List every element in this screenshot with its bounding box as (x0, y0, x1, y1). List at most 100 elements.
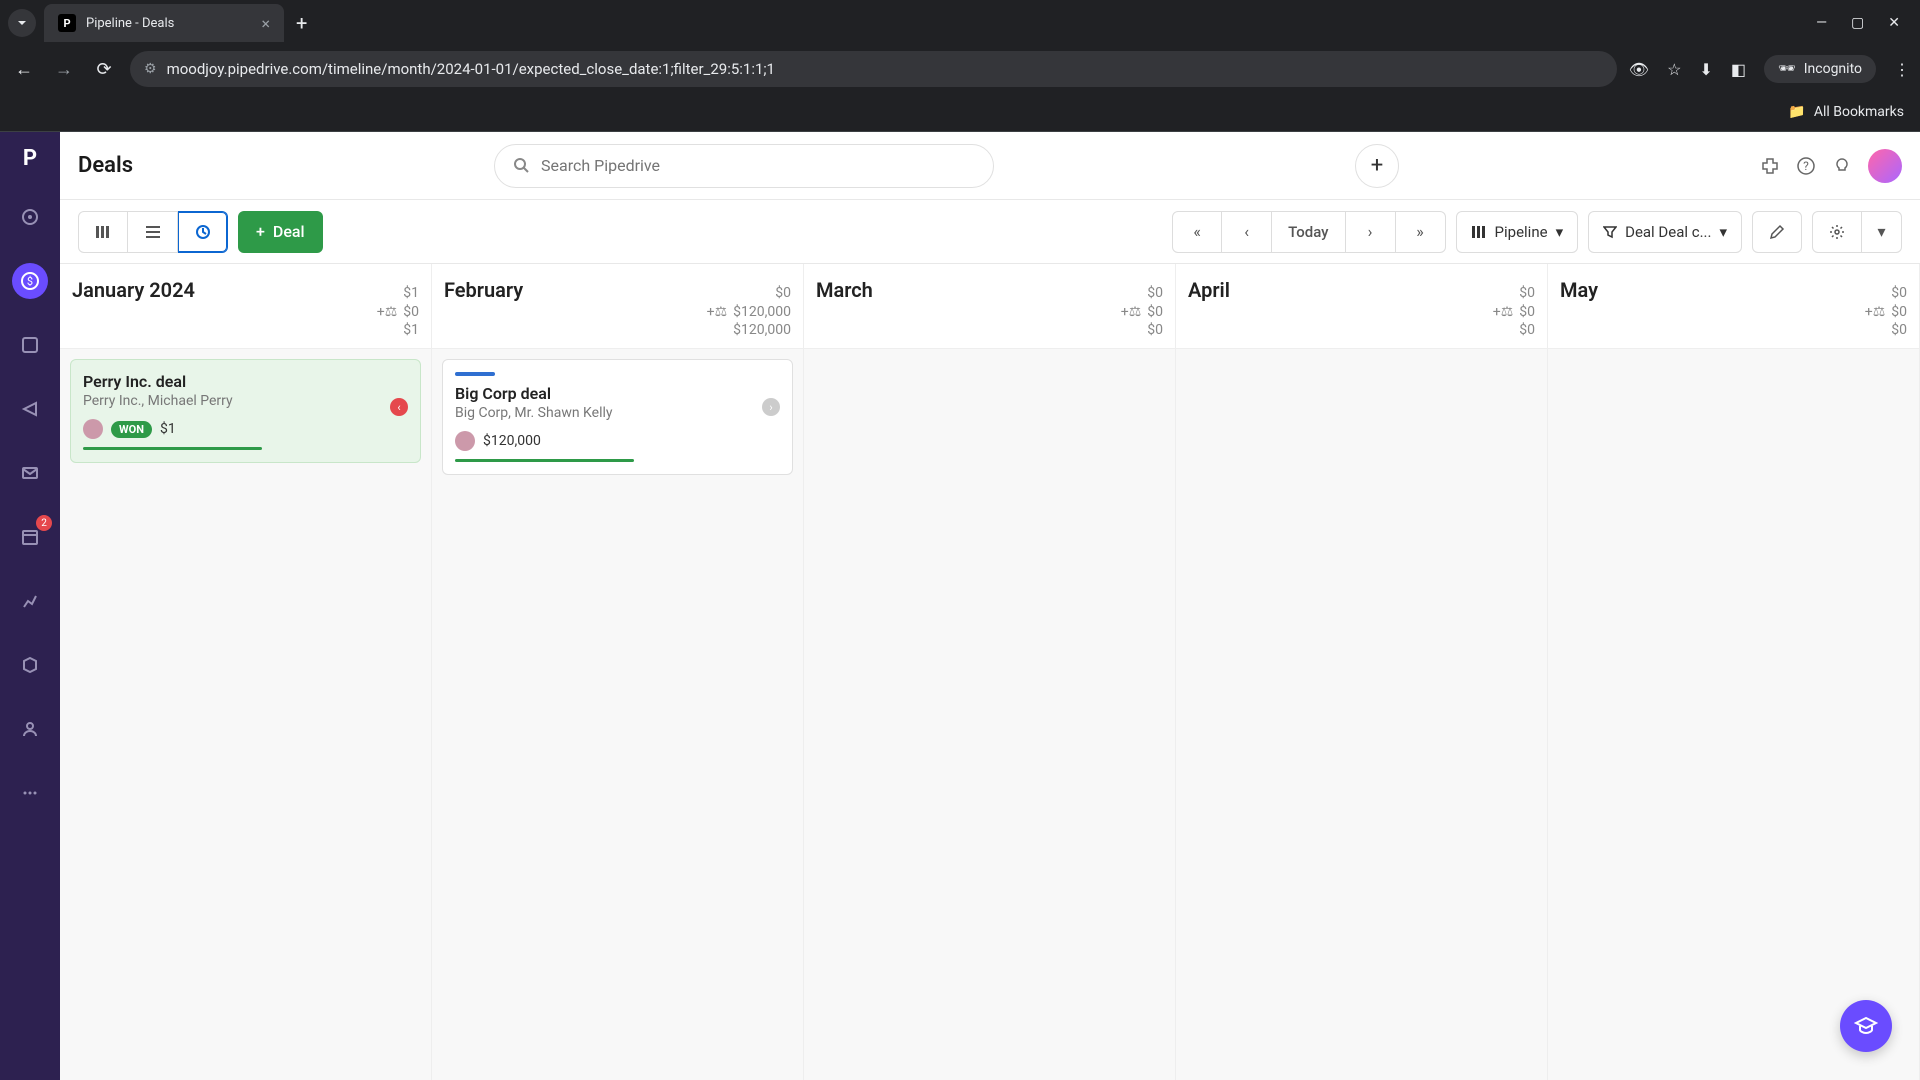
tab-search-button[interactable] (8, 9, 36, 37)
sidebar-item-mail[interactable] (12, 455, 48, 491)
month-top-amount: $1 (403, 285, 419, 301)
month-top-amount: $0 (1519, 285, 1535, 301)
deal-status-overdue-icon[interactable]: ‹ (390, 398, 408, 416)
help-fab-button[interactable] (1840, 1000, 1892, 1052)
month-name: January 2024 (72, 278, 195, 302)
pipeline-dropdown-label: Pipeline (1495, 223, 1548, 241)
filter-icon (1603, 225, 1617, 239)
deal-status-next-icon[interactable]: › (762, 398, 780, 416)
add-deal-button[interactable]: + Deal (238, 211, 323, 253)
quick-add-button[interactable]: + (1355, 144, 1399, 188)
view-switch-group (78, 211, 228, 253)
deal-subtitle: Perry Inc., Michael Perry (83, 393, 408, 409)
new-tab-button[interactable]: + (296, 11, 307, 35)
close-window-icon[interactable]: ✕ (1888, 15, 1900, 31)
sidebar-item-contacts[interactable] (12, 711, 48, 747)
deal-card-bigcorp[interactable]: Big Corp deal Big Corp, Mr. Shawn Kelly … (442, 359, 793, 475)
pipeline-dropdown[interactable]: Pipeline ▾ (1456, 211, 1579, 253)
plus-scale-icon: +⚖ (1121, 304, 1142, 320)
search-box[interactable] (494, 144, 994, 188)
month-header: March $0 +⚖$0 $0 (804, 264, 1175, 349)
sidebar-item-campaigns[interactable] (12, 391, 48, 427)
url-container[interactable]: ⚙ moodjoy.pipedrive.com/timeline/month/2… (130, 51, 1617, 87)
addr-right-icons: 👁 ☆ ⬇ ◧ 🕶 Incognito ⋮ (1629, 55, 1910, 83)
month-weighted: $0 (403, 304, 419, 320)
deal-progress-bar (83, 447, 262, 450)
chevron-down-icon: ▾ (1719, 223, 1727, 241)
browser-tab[interactable]: P Pipeline - Deals × (44, 4, 284, 42)
month-header: April $0 +⚖$0 $0 (1176, 264, 1547, 349)
month-column-february: February $0 +⚖$120,000 $120,000 Big Corp… (432, 264, 804, 1080)
browser-menu-icon[interactable]: ⋮ (1894, 60, 1910, 79)
deal-card-perry[interactable]: Perry Inc. deal Perry Inc., Michael Perr… (70, 359, 421, 463)
plus-scale-icon: +⚖ (377, 304, 398, 320)
view-forecast-button[interactable] (178, 211, 228, 253)
user-avatar[interactable] (1868, 149, 1902, 183)
deal-stage-bar (455, 372, 495, 376)
panel-icon[interactable]: ◧ (1731, 60, 1746, 79)
bulb-icon[interactable] (1832, 156, 1852, 176)
topbar: Deals + ? (60, 132, 1920, 200)
settings-button[interactable] (1812, 211, 1862, 253)
graduation-cap-icon (1854, 1014, 1878, 1038)
download-icon[interactable]: ⬇ (1699, 60, 1712, 79)
minimize-icon[interactable]: — (1816, 15, 1827, 31)
back-button[interactable]: ← (10, 59, 38, 80)
sidebar-item-products[interactable] (12, 647, 48, 683)
month-bottom-amount: $0 (1147, 322, 1163, 338)
search-icon (513, 157, 531, 175)
sidebar-item-deals[interactable]: $ (12, 263, 48, 299)
star-icon[interactable]: ☆ (1667, 60, 1681, 79)
month-weighted: $0 (1519, 304, 1535, 320)
site-settings-icon[interactable]: ⚙ (144, 61, 157, 77)
nav-prev-button[interactable]: ‹ (1222, 211, 1272, 253)
nav-today-button[interactable]: Today (1272, 211, 1345, 253)
add-deal-label: Deal (273, 222, 305, 241)
nav-last-button[interactable]: » (1396, 211, 1446, 253)
settings-group: ▾ (1812, 211, 1902, 253)
tab-close-icon[interactable]: × (261, 14, 270, 33)
sidebar-item-projects[interactable] (12, 327, 48, 363)
search-input[interactable] (541, 156, 975, 175)
month-weighted: $0 (1147, 304, 1163, 320)
month-top-amount: $0 (1891, 285, 1907, 301)
incognito-badge[interactable]: 🕶 Incognito (1764, 55, 1876, 83)
month-weighted: $0 (1891, 304, 1907, 320)
month-top-amount: $0 (775, 285, 791, 301)
settings-dropdown-button[interactable]: ▾ (1862, 211, 1902, 253)
svg-text:$: $ (27, 275, 33, 288)
view-list-button[interactable] (128, 211, 178, 253)
filter-dropdown[interactable]: Deal Deal c... ▾ (1588, 211, 1742, 253)
deal-amount: $120,000 (483, 433, 541, 449)
sidebar-item-insights[interactable] (12, 583, 48, 619)
deal-amount: $1 (160, 421, 176, 437)
topbar-right: ? (1760, 149, 1902, 183)
view-pipeline-button[interactable] (78, 211, 128, 253)
nav-first-button[interactable]: « (1172, 211, 1222, 253)
help-icon[interactable]: ? (1796, 156, 1816, 176)
month-name: February (444, 278, 523, 302)
edit-button[interactable] (1752, 211, 1802, 253)
eye-off-icon[interactable]: 👁 (1629, 60, 1649, 79)
date-nav-group: « ‹ Today › » (1172, 211, 1445, 253)
month-column-april: April $0 +⚖$0 $0 (1176, 264, 1548, 1080)
incognito-icon: 🕶 (1778, 61, 1796, 77)
timeline: January 2024 $1 +⚖ $0 $1 Perry Inc. deal … (60, 264, 1920, 1080)
app-logo-icon[interactable]: P (23, 146, 37, 171)
svg-text:?: ? (1803, 159, 1809, 173)
maximize-icon[interactable]: ▢ (1851, 15, 1864, 31)
month-name: April (1188, 278, 1230, 302)
main-content: Deals + ? + Deal (60, 132, 1920, 1080)
month-name: May (1560, 278, 1598, 302)
sidebar-item-activities[interactable]: 2 (12, 519, 48, 555)
month-name: March (816, 278, 873, 302)
nav-next-button[interactable]: › (1346, 211, 1396, 253)
sidebar-item-focus[interactable] (12, 199, 48, 235)
all-bookmarks-button[interactable]: All Bookmarks (1814, 104, 1904, 120)
reload-button[interactable]: ⟳ (90, 59, 118, 80)
forward-button[interactable]: → (50, 59, 78, 80)
sidebar-item-more[interactable] (12, 775, 48, 811)
month-header: January 2024 $1 +⚖$0 $1 (60, 264, 431, 349)
puzzle-icon[interactable] (1760, 156, 1780, 176)
deal-subtitle: Big Corp, Mr. Shawn Kelly (455, 405, 780, 421)
